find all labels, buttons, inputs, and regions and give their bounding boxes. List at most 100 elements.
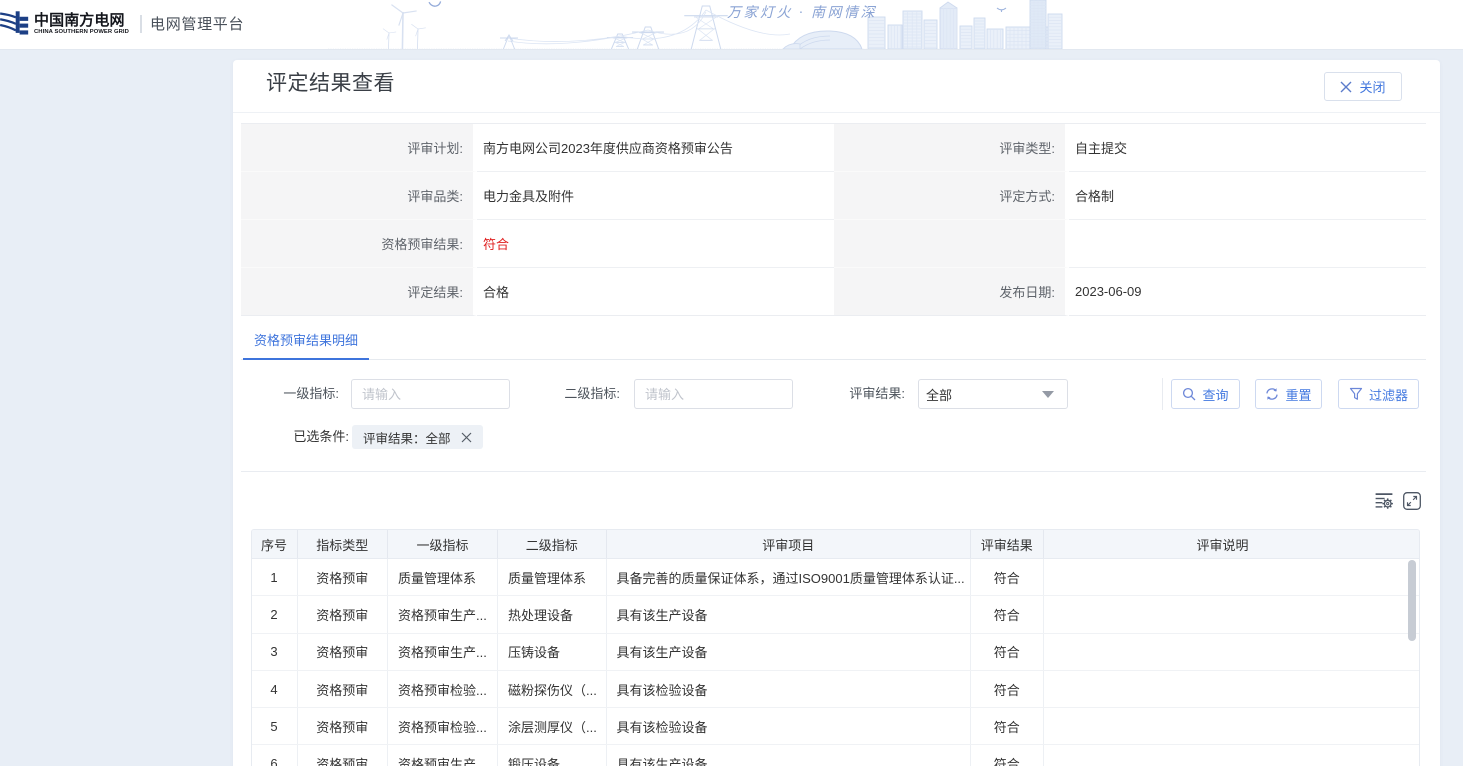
table-cell-text: 符合 [994,754,1020,766]
summary-value-text: 自主提交 [1075,138,1127,157]
summary-label: 评审类型: [834,124,1069,172]
table-cell: 符合 [971,559,1044,595]
search-button[interactable]: 查询 [1171,379,1240,409]
csg-logo-icon [0,11,31,35]
table-cell-text: 资格预审 [316,568,368,587]
table-cell: 符合 [971,596,1044,632]
table-cell-text: 资格预审检验... [398,680,487,699]
column-header-text: 评审结果 [981,535,1033,554]
summary-value: 合格制 [1069,172,1426,220]
results-table: 序号指标类型一级指标二级指标评审项目评审结果评审说明 1资格预审质量管理体系质量… [251,529,1420,766]
table-cell-text: 具有该生产设备 [617,754,708,766]
select-value: 全部 [926,385,1042,404]
table-cell-text: 资格预审生产... [398,642,487,661]
column-header-0: 序号 [252,530,298,558]
selected-condition-tag: 评审结果：全部 [352,425,483,449]
fullscreen-icon[interactable] [1403,492,1421,510]
table-toolbar [1375,492,1421,510]
summary-value: 2023-06-09 [1069,268,1426,316]
section-divider [241,471,1426,472]
table-cell: 符合 [971,745,1044,766]
table-cell: 5 [252,708,298,744]
table-cell [1044,634,1419,670]
tag-remove-icon[interactable] [461,432,472,443]
level1-indicator-input[interactable] [351,379,510,409]
platform-title: 电网管理平台 [150,0,244,50]
close-icon [1340,81,1352,93]
table-cell-text: 涂层测厚仪（... [508,717,597,736]
summary-value: 南方电网公司2023年度供应商资格预审公告 [477,124,834,172]
close-button[interactable]: 关闭 [1324,72,1402,101]
table-cell-text: 资格预审 [316,680,368,699]
page-title: 评定结果查看 [266,60,395,113]
table-cell-text: 质量管理体系 [508,568,586,587]
summary-label-text: 评定方式: [999,186,1055,205]
table-cell: 压铸设备 [498,634,607,670]
table-row: 1资格预审质量管理体系质量管理体系具备完善的质量保证体系，通过ISO9001质量… [252,559,1419,596]
summary-label-text: 发布日期: [999,282,1055,301]
table-cell-text: 磁粉探伤仪（... [508,680,597,699]
table-cell: 具有该检验设备 [607,708,972,744]
table-cell-text: 压铸设备 [508,642,560,661]
column-header-text: 二级指标 [526,535,578,554]
table-cell: 具有该生产设备 [607,745,972,766]
table-cell [1044,745,1419,766]
table-cell-text: 具备完善的质量保证体系，通过ISO9001质量管理体系认证... [617,568,965,587]
table-cell-text: 资格预审 [316,717,368,736]
table-cell: 1 [252,559,298,595]
table-cell: 资格预审检验... [388,671,498,707]
summary-row: 资格预审结果:符合 [241,220,1426,268]
table-cell: 资格预审 [298,634,389,670]
table-cell-text: 资格预审 [316,754,368,766]
summary-form: 评审计划:南方电网公司2023年度供应商资格预审公告评审类型:自主提交评审品类:… [241,123,1426,316]
table-cell-text: 资格预审 [316,605,368,624]
table-cell: 资格预审 [298,559,389,595]
table-cell: 资格预审 [298,671,389,707]
refresh-icon [1265,387,1279,401]
table-row: 6资格预审资格预审生产...锻压设备具有该生产设备符合 [252,745,1419,766]
filter-label-result: 评审结果: [793,379,905,409]
table-cell: 具有该生产设备 [607,634,972,670]
table-cell [1044,596,1419,632]
summary-label: 评定方式: [834,172,1069,220]
table-cell-text: 2 [270,607,277,622]
table-cell [1044,671,1419,707]
reset-button[interactable]: 重置 [1255,379,1322,409]
table-cell: 资格预审检验... [388,708,498,744]
table-cell-text: 3 [270,644,277,659]
table-cell-text: 5 [270,719,277,734]
table-cell: 资格预审 [298,745,389,766]
table-cell: 具有该检验设备 [607,671,972,707]
table-cell: 资格预审生产... [388,634,498,670]
table-cell-text: 具有该生产设备 [617,605,708,624]
table-scrollbar-thumb[interactable] [1408,560,1416,641]
table-cell-text: 符合 [994,717,1020,736]
table-cell: 涂层测厚仪（... [498,708,607,744]
column-settings-icon[interactable] [1375,492,1393,510]
dialog-header: 评定结果查看 关闭 [233,60,1440,113]
filter-label-level2: 二级指标: [511,379,620,409]
summary-label: 资格预审结果: [241,220,477,268]
tab-prequalification-detail[interactable]: 资格预审结果明细 [243,326,369,359]
filter-button[interactable]: 过滤器 [1338,379,1419,409]
filter-button-label: 过滤器 [1369,385,1408,404]
column-header-5: 评审结果 [971,530,1044,558]
review-result-select[interactable]: 全部 [918,379,1068,409]
table-row: 4资格预审资格预审检验...磁粉探伤仪（...具有该检验设备符合 [252,671,1419,708]
level2-indicator-input[interactable] [634,379,793,409]
summary-label: 评审计划: [241,124,477,172]
search-button-label: 查询 [1202,385,1228,404]
table-cell-text: 4 [270,682,277,697]
header-separator [140,15,142,33]
table-cell: 3 [252,634,298,670]
summary-label-text: 评审计划: [407,138,463,157]
column-header-text: 指标类型 [316,535,368,554]
table-cell: 2 [252,596,298,632]
table-cell: 具备完善的质量保证体系，通过ISO9001质量管理体系认证... [607,559,972,595]
summary-label [834,220,1069,268]
search-icon [1182,387,1196,401]
summary-value: 合格 [477,268,834,316]
reset-button-label: 重置 [1285,385,1311,404]
summary-value: 电力金具及附件 [477,172,834,220]
filter-divider [1162,378,1163,410]
